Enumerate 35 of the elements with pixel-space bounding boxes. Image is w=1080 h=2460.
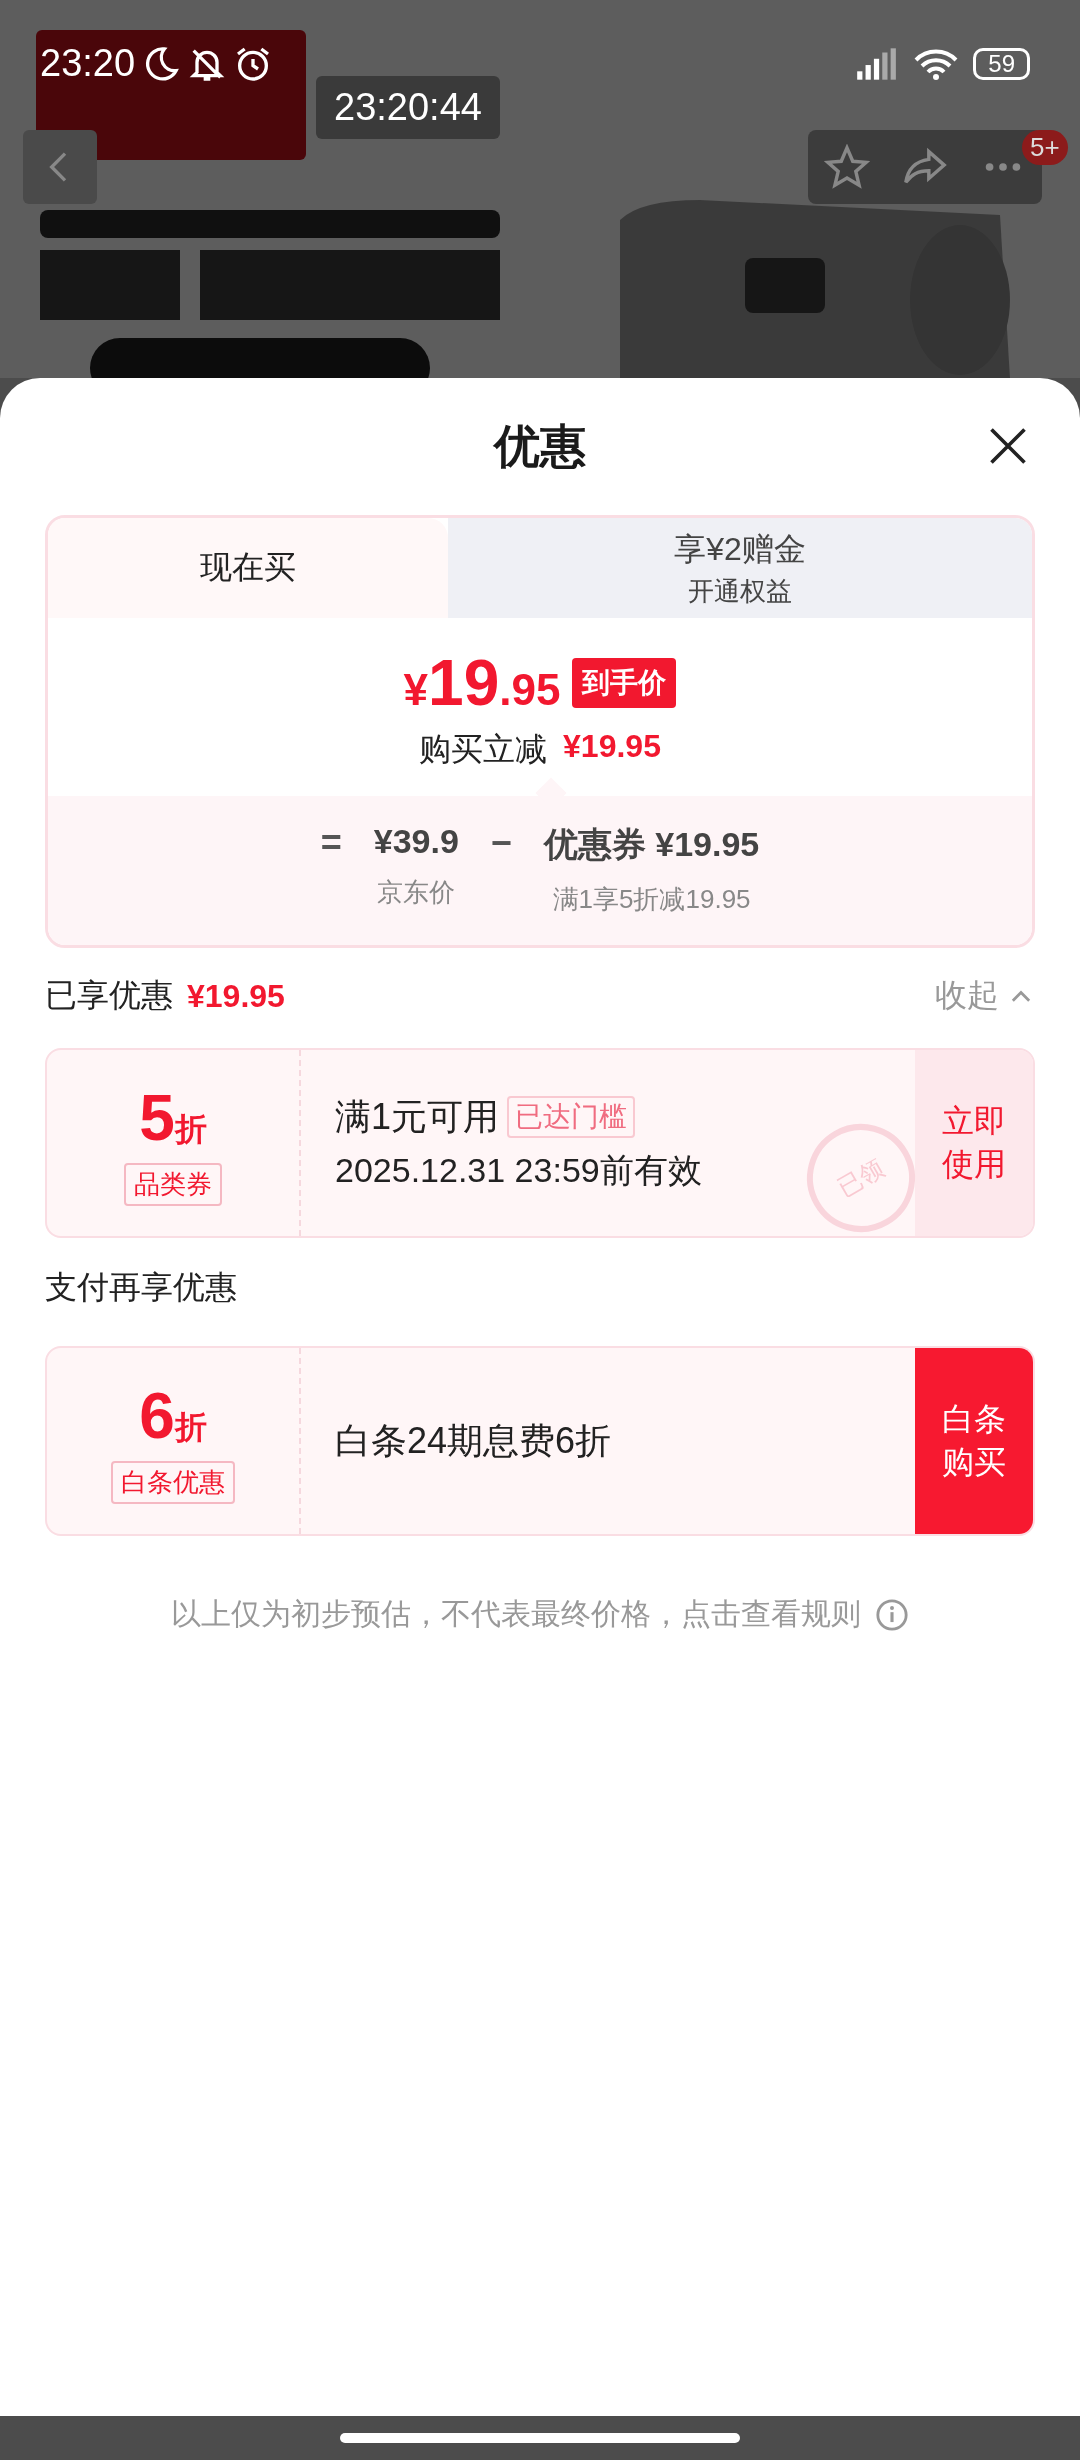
coupon-rule: 满1享5折减19.95	[552, 883, 751, 916]
status-time: 23:20	[40, 42, 136, 85]
use-coupon-button[interactable]: 立即使用	[915, 1050, 1033, 1236]
back-button[interactable]	[23, 130, 97, 204]
coupon-condition: 满1元可用	[335, 1094, 500, 1139]
minus-sign: −	[490, 822, 512, 865]
discount-value: 5折	[139, 1080, 207, 1155]
battery-indicator: 59	[973, 47, 1030, 80]
coupon-condition: 白条24期息费6折	[335, 1418, 612, 1463]
collapse-toggle[interactable]: 收起	[935, 974, 1035, 1018]
section-title: 支付再享优惠	[45, 1268, 238, 1307]
discount-value: 6折	[139, 1378, 207, 1453]
final-price: ¥19.95	[403, 646, 561, 720]
saving-label: 购买立减	[419, 730, 548, 769]
threshold-tag: 已达门槛	[507, 1096, 636, 1138]
base-price-label: 京东价	[377, 876, 456, 909]
coupon-type-tag: 白条优惠	[111, 1460, 235, 1504]
tab[interactable]: 享¥2赠金 开通权益	[448, 518, 1032, 618]
price-tag: 到手价	[572, 658, 677, 708]
sheet-title: 优惠	[494, 418, 586, 474]
wifi-icon	[913, 47, 960, 80]
star-icon[interactable]	[824, 144, 870, 190]
tab[interactable]: 现在买	[48, 518, 448, 618]
info-icon[interactable]	[875, 1597, 909, 1632]
use-coupon-button[interactable]: 白条购买	[915, 1348, 1033, 1534]
validity-text: 2025.12.31 23:59前有效	[335, 1149, 702, 1191]
enjoyed-amount: ¥19.95	[187, 977, 285, 1015]
coupon-amount: 优惠券 ¥19.95	[543, 824, 760, 865]
disclaimer-text[interactable]: 以上仅为初步预估，不代表最终价格，点击查看规则	[171, 1594, 861, 1635]
equals-sign: =	[320, 822, 342, 865]
section-title: 已享优惠	[45, 976, 173, 1015]
coupon-type-tag: 品类券	[124, 1162, 222, 1206]
base-price: ¥39.9	[373, 822, 459, 861]
saving-value: ¥19.95	[563, 728, 661, 766]
clock-overlay: 23:20:44	[316, 76, 500, 139]
